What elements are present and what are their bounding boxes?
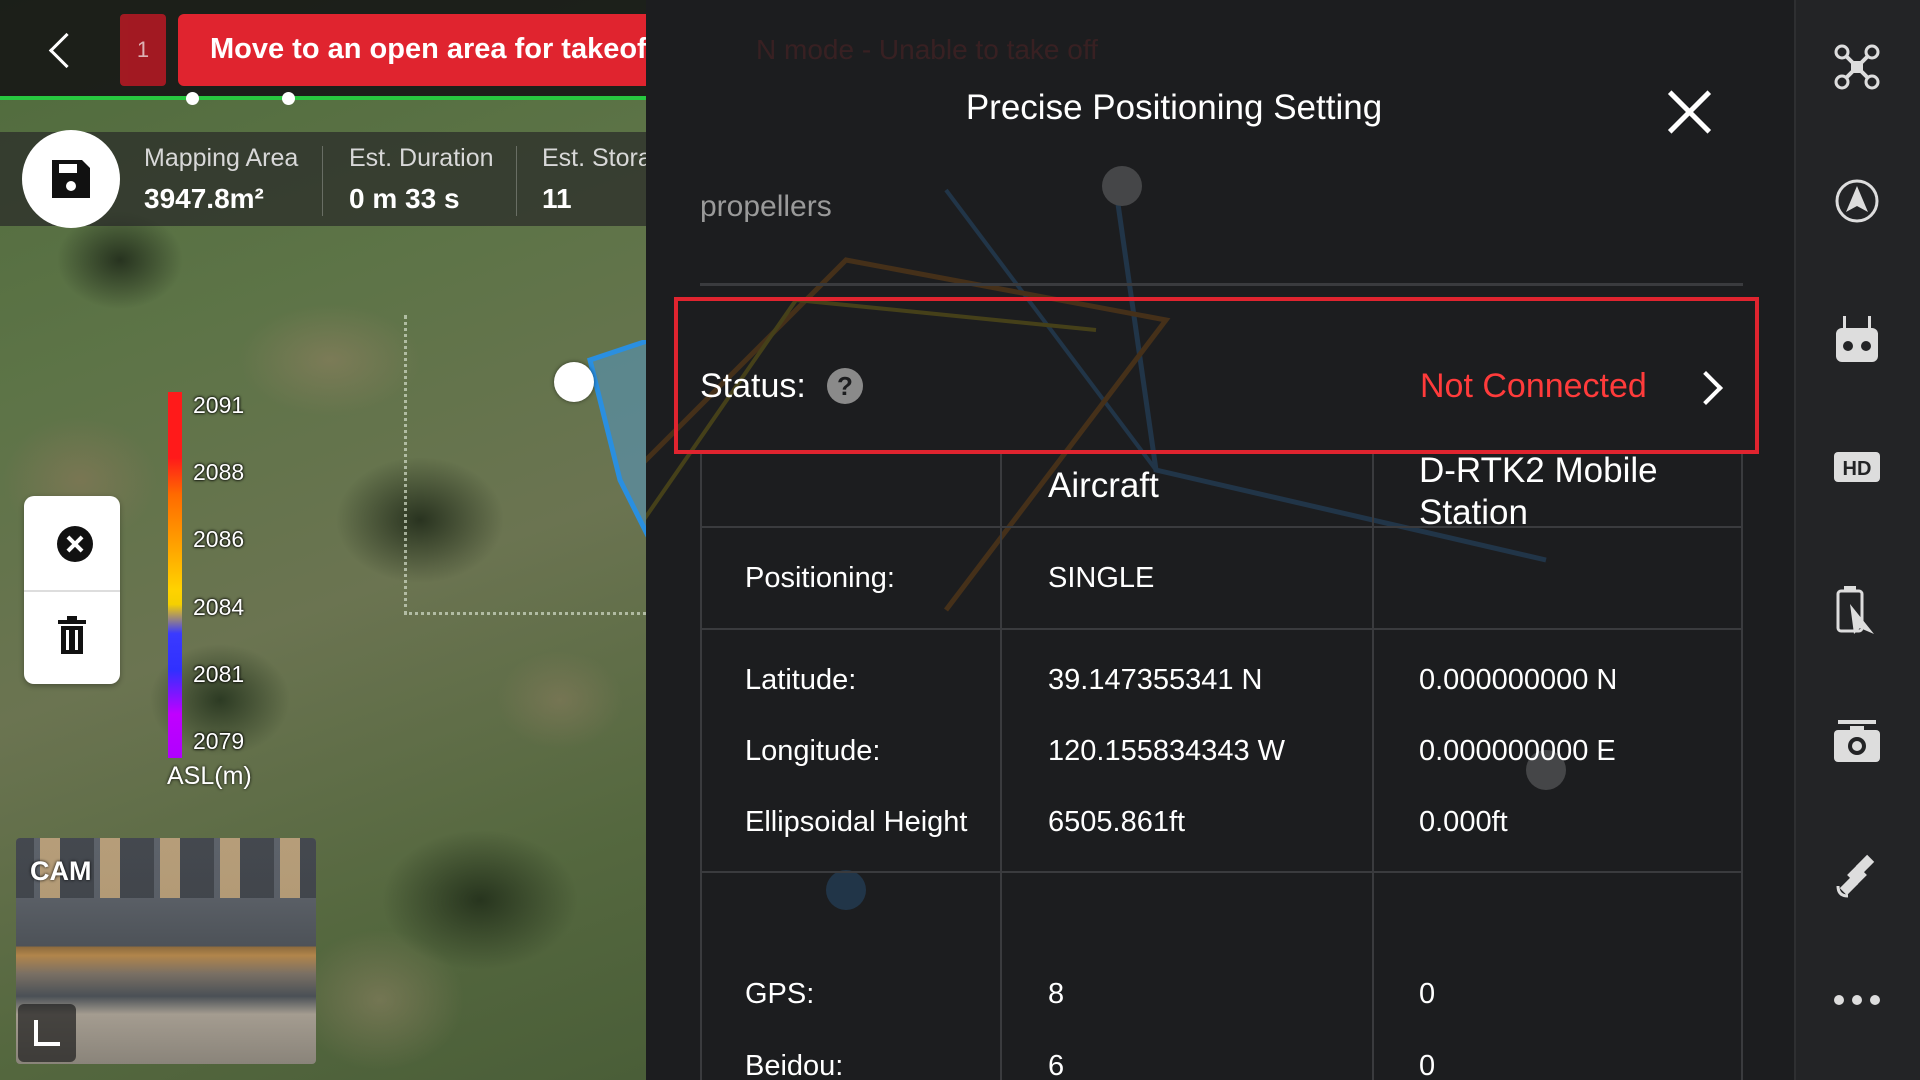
status-value: Not Connected bbox=[1420, 367, 1647, 405]
rtk-button[interactable] bbox=[1794, 828, 1920, 928]
close-circle-icon bbox=[57, 526, 93, 562]
aircraft-ellipsoidal-height: 6505.861ft bbox=[1048, 806, 1186, 838]
ghost-status-text: N mode - Unable to take off bbox=[756, 34, 1098, 65]
camera-layout-button[interactable] bbox=[18, 1004, 76, 1062]
table-column-divider bbox=[1000, 454, 1002, 1080]
close-button[interactable] bbox=[1658, 80, 1722, 144]
elevation-tick: 2084 bbox=[193, 594, 245, 620]
status-label: Status: bbox=[700, 367, 806, 405]
camera-label: CAM bbox=[30, 856, 92, 886]
alert-banner[interactable]: Move to an open area for takeoff or bbox=[178, 14, 646, 86]
divider bbox=[700, 283, 1743, 286]
battery-icon bbox=[1836, 586, 1874, 634]
camera-settings-button[interactable] bbox=[1794, 694, 1920, 794]
back-button[interactable] bbox=[44, 26, 84, 76]
stat-label: Est. Storage bbox=[542, 144, 646, 172]
elevation-tick: 2086 bbox=[193, 526, 245, 552]
aircraft-beidou: 6 bbox=[1048, 1050, 1065, 1080]
partial-text: propellers bbox=[700, 190, 832, 223]
stat-divider bbox=[516, 146, 517, 216]
stat-est-storage: Est. Storage 11 bbox=[542, 144, 646, 215]
hd-icon: HD bbox=[1834, 452, 1880, 482]
table-column-divider bbox=[1372, 454, 1374, 1080]
station-beidou: 0 bbox=[1419, 1050, 1436, 1080]
column-header-station: D-RTK2 Mobile Station bbox=[1419, 451, 1658, 532]
row-label: Longitude: bbox=[745, 735, 881, 767]
station-gps: 0 bbox=[1419, 978, 1436, 1010]
stat-est-duration: Est. Duration 0 m 33 s bbox=[349, 144, 494, 215]
aircraft-positioning: SINGLE bbox=[1048, 562, 1155, 594]
satellite-icon bbox=[1836, 854, 1875, 898]
station-ellipsoidal-height: 0.000ft bbox=[1419, 806, 1508, 838]
aircraft-latitude: 39.147355341 N bbox=[1048, 664, 1263, 696]
remote-controller-icon bbox=[1836, 316, 1878, 362]
aircraft-icon bbox=[1834, 44, 1880, 90]
save-icon bbox=[52, 160, 90, 198]
alert-message: Move to an open area for takeoff or bbox=[210, 33, 646, 65]
polygon-vertex-handle[interactable] bbox=[554, 362, 594, 402]
station-longitude: 0.000000000 E bbox=[1419, 735, 1616, 767]
aircraft-longitude: 120.155834343 W bbox=[1048, 735, 1286, 767]
stat-label: Est. Duration bbox=[349, 144, 494, 172]
table-row-divider bbox=[700, 871, 1743, 873]
aircraft-button[interactable] bbox=[1794, 18, 1920, 118]
elevation-tick: 2088 bbox=[193, 459, 245, 485]
remote-controller-button[interactable] bbox=[1794, 290, 1920, 390]
flight-mode-icon bbox=[1835, 179, 1879, 223]
more-button[interactable] bbox=[1794, 962, 1920, 1062]
row-label: GPS: bbox=[745, 978, 815, 1010]
progress-dot bbox=[282, 92, 295, 105]
stat-label: Mapping Area bbox=[144, 144, 299, 172]
elevation-tick: 2079 bbox=[193, 728, 245, 754]
battery-button[interactable] bbox=[1794, 560, 1920, 660]
trash-icon bbox=[58, 616, 86, 654]
elevation-tick: 2081 bbox=[193, 661, 245, 687]
stat-mapping-area: Mapping Area 3947.8m² bbox=[144, 144, 298, 215]
flight-mode-button[interactable] bbox=[1794, 152, 1920, 252]
svg-text:HD: HD bbox=[1843, 458, 1872, 480]
more-icon bbox=[1834, 995, 1880, 1005]
column-header-aircraft: Aircraft bbox=[1048, 466, 1159, 505]
elevation-tick: 2091 bbox=[193, 392, 245, 418]
alert-count-badge[interactable]: 1 bbox=[120, 14, 166, 86]
row-label: Latitude: bbox=[745, 664, 857, 696]
delete-button[interactable] bbox=[24, 592, 120, 684]
row-label: Ellipsoidal Height bbox=[745, 806, 968, 838]
chevron-right-icon[interactable] bbox=[1692, 368, 1730, 406]
help-icon[interactable]: ? bbox=[827, 368, 863, 404]
elevation-color-bar bbox=[168, 392, 182, 758]
cancel-button[interactable] bbox=[24, 496, 120, 590]
aircraft-gps: 8 bbox=[1048, 978, 1065, 1010]
stat-divider bbox=[322, 146, 323, 216]
table-row-divider bbox=[700, 628, 1743, 630]
station-latitude: 0.000000000 N bbox=[1419, 664, 1618, 696]
elevation-unit: ASL(m) bbox=[167, 762, 252, 790]
camera-icon bbox=[1834, 720, 1880, 762]
row-label: Positioning: bbox=[745, 562, 895, 594]
row-label: Beidou: bbox=[745, 1050, 844, 1080]
panel-title: Precise Positioning Setting bbox=[965, 88, 1383, 127]
progress-dot bbox=[186, 92, 199, 105]
save-button[interactable] bbox=[22, 130, 120, 228]
stat-value: 11 bbox=[542, 183, 572, 214]
stat-value: 3947.8m² bbox=[144, 183, 264, 214]
hd-button[interactable]: HD bbox=[1794, 424, 1920, 524]
stat-value: 0 m 33 s bbox=[349, 183, 460, 214]
progress-line bbox=[0, 92, 646, 105]
